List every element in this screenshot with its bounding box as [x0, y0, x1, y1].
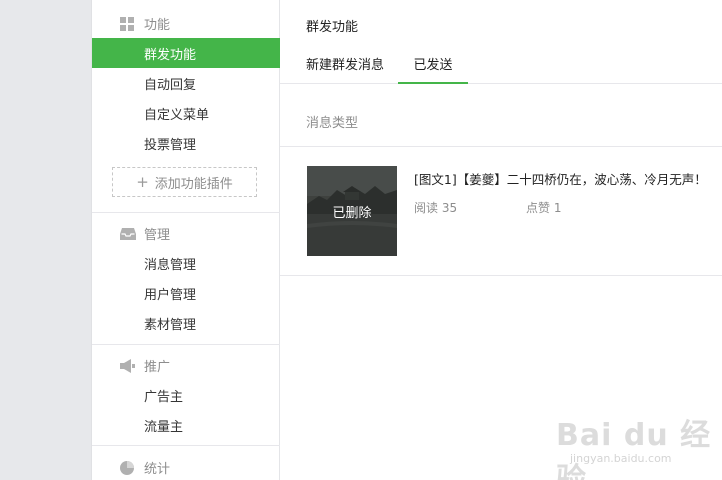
divider — [92, 212, 280, 213]
sidebar-item-custom-menu[interactable]: 自定义菜单 — [92, 98, 280, 128]
message-thumbnail[interactable]: 已删除 — [307, 166, 397, 256]
plus-icon: + — [136, 173, 149, 191]
inbox-icon — [120, 226, 136, 240]
read-label: 阅读 — [414, 201, 439, 215]
like-count: 点赞 1 — [526, 199, 561, 216]
deleted-status: 已删除 — [307, 166, 397, 256]
add-plugin-label: 添加功能插件 — [154, 176, 233, 192]
sidebar-item-label: 消息管理 — [144, 258, 197, 273]
sidebar-item-vote-management[interactable]: 投票管理 — [92, 128, 280, 158]
sidebar-item-publisher[interactable]: 流量主 — [92, 410, 280, 440]
tab-sent[interactable]: 已发送 — [398, 54, 468, 84]
sidebar-item-label: 用户管理 — [144, 288, 197, 303]
sidebar: 功能 群发功能 自动回复 自定义菜单 投票管理 + 添加功能插件 管理 消息管理… — [91, 0, 280, 480]
section-header-statistics: 统计 — [92, 452, 280, 480]
sidebar-item-label: 素材管理 — [144, 318, 197, 333]
sidebar-item-label: 广告主 — [144, 390, 184, 405]
section-title: 功能 — [144, 17, 171, 33]
sidebar-item-auto-reply[interactable]: 自动回复 — [92, 68, 280, 98]
section-header-promotion: 推广 — [92, 350, 280, 380]
tab-bar: 新建群发消息 已发送 — [280, 46, 722, 84]
grid-icon — [120, 16, 134, 31]
read-count: 阅读 35 — [414, 199, 457, 216]
section-title: 统计 — [144, 461, 171, 477]
page-title: 群发功能 — [306, 20, 359, 35]
sidebar-item-advertiser[interactable]: 广告主 — [92, 380, 280, 410]
sidebar-item-label: 群发功能 — [144, 48, 197, 63]
divider — [92, 445, 280, 446]
section-title: 管理 — [144, 227, 171, 243]
section-header-management: 管理 — [92, 218, 280, 248]
sidebar-item-mass-send[interactable]: 群发功能 — [92, 38, 280, 68]
read-value: 35 — [441, 201, 458, 215]
like-label: 点赞 — [526, 201, 551, 215]
sidebar-item-material-management[interactable]: 素材管理 — [92, 308, 280, 338]
sidebar-item-label: 流量主 — [144, 420, 184, 435]
add-plugin-button[interactable]: + 添加功能插件 — [112, 167, 257, 197]
divider — [92, 344, 280, 345]
section-header-features: 功能 — [92, 8, 280, 38]
message-type-filter[interactable]: 消息类型 — [306, 112, 358, 131]
sidebar-item-message-management[interactable]: 消息管理 — [92, 248, 280, 278]
divider — [280, 146, 722, 147]
tab-new-mass-message[interactable]: 新建群发消息 — [306, 54, 384, 84]
watermark-brand: Bai du 经验 — [556, 418, 712, 480]
sidebar-item-label: 自动回复 — [144, 78, 197, 93]
pie-chart-icon — [120, 460, 134, 475]
sidebar-item-label: 自定义菜单 — [144, 108, 210, 123]
sidebar-item-user-management[interactable]: 用户管理 — [92, 278, 280, 308]
section-title: 推广 — [144, 359, 171, 375]
like-value: 1 — [553, 201, 562, 215]
message-title-link[interactable]: [图文1]【姜夔】二十四桥仍在，波心荡、冷月无声！ — [414, 169, 707, 188]
megaphone-icon — [120, 358, 135, 373]
watermark-url: jingyan.baidu.com — [570, 452, 672, 465]
divider — [280, 275, 722, 276]
baidu-watermark: Bai du 经验 jingyan.baidu.com — [556, 402, 716, 480]
sidebar-item-label: 投票管理 — [144, 138, 197, 153]
